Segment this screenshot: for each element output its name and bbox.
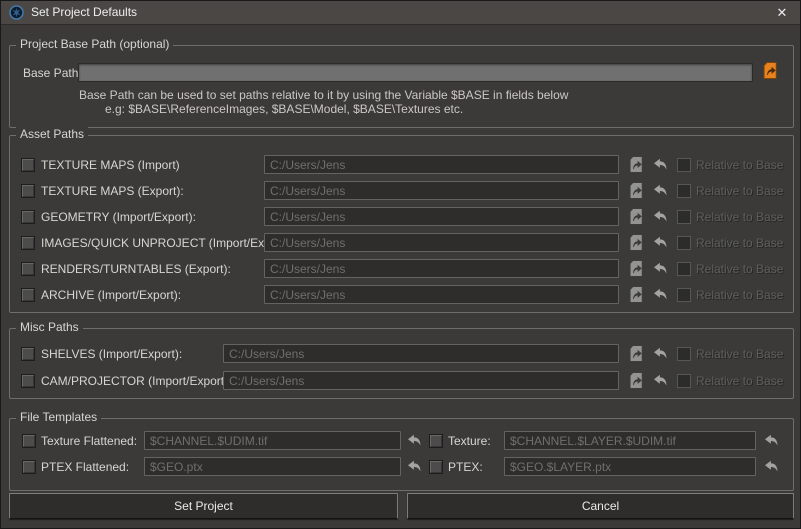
relative-to-base-label: Relative to Base xyxy=(696,288,783,303)
misc-path-input[interactable] xyxy=(223,344,619,363)
enable-template-checkbox[interactable] xyxy=(429,434,443,448)
asset-path-row: GEOMETRY (Import/Export): Relative to Ba… xyxy=(1,204,801,230)
enable-template-checkbox[interactable] xyxy=(22,460,36,474)
undo-icon[interactable] xyxy=(653,210,668,226)
asset-path-input[interactable] xyxy=(264,259,619,278)
enable-path-checkbox[interactable] xyxy=(21,347,35,361)
asset-path-row: TEXTURE MAPS (Export): Relative to Base xyxy=(1,178,801,204)
asset-path-row: IMAGES/QUICK UNPROJECT (Import/Export): … xyxy=(1,230,801,256)
undo-icon[interactable] xyxy=(653,288,668,304)
app-logo-icon xyxy=(9,5,24,20)
undo-icon[interactable] xyxy=(407,460,422,476)
undo-icon[interactable] xyxy=(653,347,668,363)
undo-icon[interactable] xyxy=(407,434,422,450)
browse-icon[interactable] xyxy=(628,156,644,176)
group-title: Misc Paths xyxy=(16,320,83,334)
asset-path-input[interactable] xyxy=(264,207,619,226)
relative-to-base-checkbox[interactable] xyxy=(677,288,691,302)
relative-to-base-checkbox[interactable] xyxy=(677,184,691,198)
relative-to-base-label: Relative to Base xyxy=(696,236,783,251)
relative-to-base-checkbox[interactable] xyxy=(677,374,691,388)
relative-to-base-label: Relative to Base xyxy=(696,184,783,199)
relative-to-base-checkbox[interactable] xyxy=(677,347,691,361)
relative-to-base-label: Relative to Base xyxy=(696,158,783,173)
asset-path-input[interactable] xyxy=(264,155,619,174)
relative-to-base-label: Relative to Base xyxy=(696,262,783,277)
browse-icon[interactable] xyxy=(628,182,644,202)
asset-path-row: RENDERS/TURNTABLES (Export): Relative to… xyxy=(1,256,801,282)
undo-icon[interactable] xyxy=(764,434,779,450)
asset-path-row: TEXTURE MAPS (Import) Relative to Base xyxy=(1,152,801,178)
undo-icon[interactable] xyxy=(653,184,668,200)
asset-path-label: GEOMETRY (Import/Export): xyxy=(41,210,196,225)
misc-path-input[interactable] xyxy=(223,371,619,390)
relative-to-base-label: Relative to Base xyxy=(696,210,783,225)
asset-path-label: TEXTURE MAPS (Import) xyxy=(41,158,180,173)
browse-icon[interactable] xyxy=(628,372,644,392)
enable-path-checkbox[interactable] xyxy=(21,158,35,172)
template-input[interactable] xyxy=(144,457,401,476)
undo-icon[interactable] xyxy=(653,158,668,174)
misc-path-row: CAM/PROJECTOR (Import/Export): Relative … xyxy=(1,368,801,394)
base-path-input[interactable] xyxy=(78,63,753,82)
asset-path-label: TEXTURE MAPS (Export): xyxy=(41,184,184,199)
relative-to-base-checkbox[interactable] xyxy=(677,210,691,224)
set-project-defaults-dialog: Set Project Defaults ✕ Project Base Path… xyxy=(0,0,801,529)
enable-template-checkbox[interactable] xyxy=(429,460,443,474)
relative-to-base-label: Relative to Base xyxy=(696,347,783,362)
template-label: PTEX: xyxy=(448,460,483,475)
relative-to-base-checkbox[interactable] xyxy=(677,236,691,250)
enable-path-checkbox[interactable] xyxy=(21,374,35,388)
file-template-row: PTEX Flattened: PTEX: xyxy=(1,454,801,480)
browse-icon[interactable] xyxy=(628,286,644,306)
group-title: File Templates xyxy=(16,410,101,424)
enable-path-checkbox[interactable] xyxy=(21,210,35,224)
template-input[interactable] xyxy=(504,431,756,450)
asset-path-label: ARCHIVE (Import/Export): xyxy=(41,288,181,303)
base-path-help-line2: e.g: $BASE\ReferenceImages, $BASE\Model,… xyxy=(105,102,463,116)
browse-icon[interactable] xyxy=(628,234,644,254)
undo-icon[interactable] xyxy=(653,236,668,252)
asset-path-input[interactable] xyxy=(264,233,619,252)
browse-icon[interactable] xyxy=(628,345,644,365)
asset-path-label: IMAGES/QUICK UNPROJECT (Import/Export): xyxy=(41,236,292,251)
asset-path-label: RENDERS/TURNTABLES (Export): xyxy=(41,262,231,277)
set-project-button[interactable]: Set Project xyxy=(9,493,398,519)
template-input[interactable] xyxy=(504,457,756,476)
misc-path-label: SHELVES (Import/Export): xyxy=(41,347,182,362)
group-title: Asset Paths xyxy=(16,127,88,141)
browse-icon[interactable] xyxy=(762,62,778,82)
enable-path-checkbox[interactable] xyxy=(21,262,35,276)
asset-path-input[interactable] xyxy=(264,181,619,200)
template-label: PTEX Flattened: xyxy=(41,460,129,475)
enable-template-checkbox[interactable] xyxy=(22,434,36,448)
misc-path-row: SHELVES (Import/Export): Relative to Bas… xyxy=(1,341,801,367)
group-title: Project Base Path (optional) xyxy=(16,37,173,51)
relative-to-base-label: Relative to Base xyxy=(696,374,783,389)
template-input[interactable] xyxy=(144,431,401,450)
enable-path-checkbox[interactable] xyxy=(21,236,35,250)
window-title: Set Project Defaults xyxy=(31,1,137,24)
asset-path-input[interactable] xyxy=(264,285,619,304)
undo-icon[interactable] xyxy=(653,374,668,390)
browse-icon[interactable] xyxy=(628,208,644,228)
file-template-row: Texture Flattened: Texture: xyxy=(1,428,801,454)
relative-to-base-checkbox[interactable] xyxy=(677,262,691,276)
titlebar[interactable]: Set Project Defaults ✕ xyxy=(1,1,800,25)
base-path-help-line1: Base Path can be used to set paths relat… xyxy=(79,88,568,102)
asset-path-row: ARCHIVE (Import/Export): Relative to Bas… xyxy=(1,282,801,308)
enable-path-checkbox[interactable] xyxy=(21,288,35,302)
undo-icon[interactable] xyxy=(653,262,668,278)
undo-icon[interactable] xyxy=(764,460,779,476)
browse-icon[interactable] xyxy=(628,260,644,280)
base-path-label: Base Path xyxy=(23,66,78,81)
template-label: Texture: xyxy=(448,434,491,449)
enable-path-checkbox[interactable] xyxy=(21,184,35,198)
cancel-button[interactable]: Cancel xyxy=(407,493,794,519)
close-icon[interactable]: ✕ xyxy=(773,1,791,24)
template-label: Texture Flattened: xyxy=(41,434,137,449)
relative-to-base-checkbox[interactable] xyxy=(677,158,691,172)
misc-path-label: CAM/PROJECTOR (Import/Export): xyxy=(41,374,231,389)
